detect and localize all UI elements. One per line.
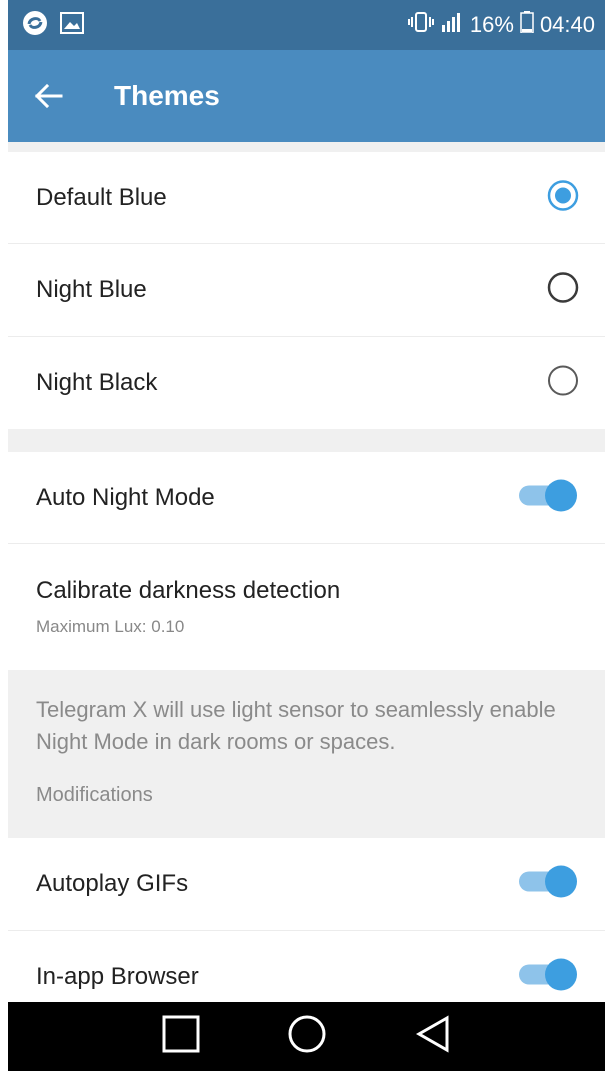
arrow-left-icon: [34, 83, 63, 109]
themes-card: Default Blue Night Blue Night Black: [8, 152, 605, 429]
back-nav-button[interactable]: [413, 1014, 453, 1059]
auto-night-mode-toggle[interactable]: [517, 477, 579, 518]
home-button[interactable]: [286, 1013, 328, 1060]
signal-icon: [440, 11, 464, 39]
in-app-browser-toggle[interactable]: [517, 957, 579, 998]
circle-icon: [288, 1015, 325, 1053]
modifications-card: Autoplay GIFs In-app Browser: [8, 838, 605, 1002]
theme-row-night-blue[interactable]: Night Blue: [8, 244, 605, 337]
radio-selected[interactable]: [547, 179, 579, 216]
theme-label: Default Blue: [36, 183, 167, 211]
theme-label: Night Blue: [36, 276, 147, 303]
navigation-bar: [8, 1002, 605, 1071]
night-mode-card: Auto Night Mode Calibrate darkness detec…: [8, 452, 605, 670]
square-icon: [162, 1015, 199, 1053]
theme-row-night-black[interactable]: Night Black: [8, 337, 605, 429]
auto-night-mode-row[interactable]: Auto Night Mode: [8, 452, 605, 544]
battery-icon: [520, 11, 534, 39]
vibrate-icon: [407, 11, 434, 39]
status-left: [8, 10, 84, 41]
calibrate-sub: Maximum Lux: 0.10: [36, 617, 185, 636]
radio-unselected[interactable]: [547, 272, 579, 309]
back-button[interactable]: [8, 50, 88, 142]
theme-label: Night Black: [36, 369, 158, 396]
screen: 16% 04:40 Themes Default Blue Night Blue…: [8, 0, 605, 1071]
sync-app-icon: [22, 10, 48, 41]
clock: 04:40: [539, 12, 595, 37]
modifications-header: Modifications: [36, 784, 153, 806]
calibrate-text: Calibrate darkness detection Maximum Lux…: [8, 577, 340, 637]
in-app-browser-label: In-app Browser: [36, 963, 199, 990]
auto-night-mode-label: Auto Night Mode: [36, 483, 215, 511]
theme-row-default-blue[interactable]: Default Blue: [8, 152, 605, 244]
calibrate-label: Calibrate darkness detection: [36, 577, 341, 604]
calibrate-row[interactable]: Calibrate darkness detection Maximum Lux…: [8, 544, 605, 670]
recents-button[interactable]: [161, 1014, 201, 1059]
autoplay-gifs-toggle[interactable]: [517, 864, 579, 905]
autoplay-gifs-label: Autoplay GIFs: [36, 870, 189, 897]
image-notification-icon: [60, 11, 84, 39]
page-title: Themes: [114, 80, 220, 111]
radio-unselected[interactable]: [547, 365, 579, 402]
status-right: 16% 04:40: [407, 11, 605, 39]
battery-percent: 16%: [469, 12, 514, 37]
triangle-back-icon: [415, 1015, 448, 1053]
app-bar: Themes: [8, 50, 605, 142]
status-bar: 16% 04:40: [8, 0, 605, 50]
info-section: Telegram X will use light sensor to seam…: [8, 672, 605, 838]
light-sensor-info: Telegram X will use light sensor to seam…: [36, 697, 556, 754]
autoplay-gifs-row[interactable]: Autoplay GIFs: [8, 838, 605, 931]
